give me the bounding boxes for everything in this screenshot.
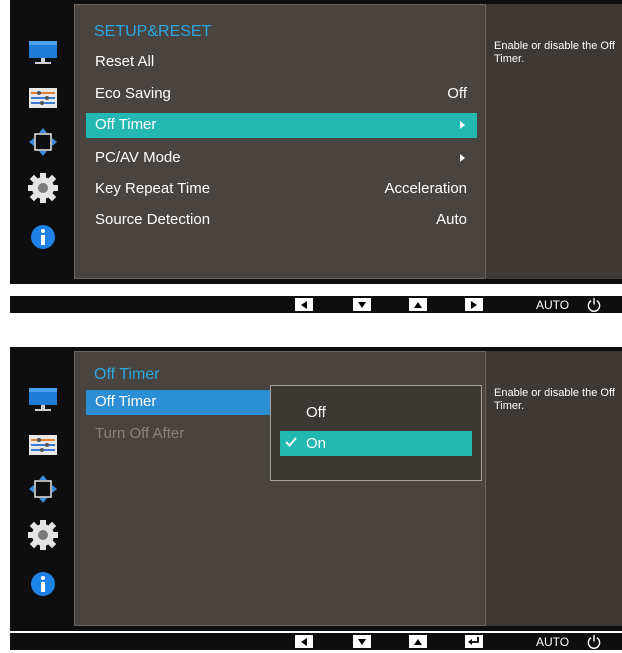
down-arrow-icon [358, 301, 366, 308]
auto-key-label[interactable]: AUTO [536, 635, 569, 649]
enter-icon [468, 637, 479, 645]
menu-item-pc-av-mode[interactable]: PC/AV Mode [86, 146, 477, 171]
up-key-button[interactable] [409, 298, 427, 311]
position-size-icon[interactable] [27, 126, 59, 158]
monitor-icon[interactable] [27, 37, 59, 69]
up-arrow-icon [414, 301, 422, 308]
check-icon [285, 437, 297, 447]
menu-item-value: Off [447, 85, 467, 102]
description-panel: Enable or disable the Off Timer. [486, 351, 622, 626]
power-icon[interactable] [586, 297, 602, 312]
left-key-button[interactable] [295, 635, 313, 648]
osd-key-guide: AUTO [10, 296, 622, 313]
menu-item-label: Turn Off After [95, 425, 185, 442]
menu-item-label: Key Repeat Time [95, 180, 211, 197]
down-key-button[interactable] [353, 635, 371, 648]
menu-item-label: Eco Saving [95, 85, 171, 102]
menu-item-key-repeat-time[interactable]: Key Repeat Time Acceleration [86, 177, 477, 202]
menu-item-label: Reset All [95, 53, 155, 70]
menu-panel: Off Timer Off Timer Turn Off After Off O… [74, 351, 486, 626]
submenu-arrow-icon [460, 121, 465, 129]
information-icon[interactable] [27, 568, 59, 600]
picture-settings-icon[interactable] [27, 429, 59, 461]
osd-sidebar [10, 347, 74, 629]
option-off[interactable]: Off [280, 400, 472, 425]
menu-item-source-detection[interactable]: Source Detection Auto [86, 208, 477, 233]
off-timer-options-popup: Off On [270, 385, 482, 481]
power-icon[interactable] [586, 634, 602, 649]
menu-item-off-timer[interactable]: Off Timer [86, 390, 271, 415]
menu-item-label: Source Detection [95, 211, 211, 228]
up-arrow-icon [414, 638, 422, 645]
osd-sidebar [10, 0, 74, 282]
menu-title: Off Timer [94, 366, 160, 383]
menu-title: SETUP&RESET [94, 23, 212, 40]
description-panel: Enable or disable the Off Timer. [486, 4, 622, 279]
option-label: Off [306, 404, 326, 421]
left-key-button[interactable] [295, 298, 313, 311]
option-label: On [306, 435, 327, 452]
menu-item-eco-saving[interactable]: Eco Saving Off [86, 82, 477, 107]
left-arrow-icon [301, 637, 307, 646]
down-key-button[interactable] [353, 298, 371, 311]
description-text: Enable or disable the Off Timer. [494, 387, 615, 412]
submenu-arrow-icon [460, 154, 465, 162]
position-size-icon[interactable] [27, 473, 59, 505]
menu-item-label: Off Timer [95, 393, 157, 410]
option-on[interactable]: On [280, 431, 472, 456]
menu-item-label: PC/AV Mode [95, 149, 181, 166]
osd-key-guide: AUTO [10, 633, 622, 650]
down-arrow-icon [358, 638, 366, 645]
picture-settings-icon[interactable] [27, 82, 59, 114]
menu-item-off-timer[interactable]: Off Timer [86, 113, 477, 138]
menu-item-value: Auto [436, 211, 467, 228]
osd-menu-setup-reset: SETUP&RESET Reset All Eco Saving Off Off… [10, 0, 622, 284]
menu-item-label: Off Timer [95, 116, 157, 133]
setup-gear-icon[interactable] [27, 519, 59, 551]
enter-key-button[interactable] [465, 635, 483, 648]
menu-panel: SETUP&RESET Reset All Eco Saving Off Off… [74, 4, 486, 279]
right-arrow-icon [471, 300, 477, 309]
auto-key-label[interactable]: AUTO [536, 298, 569, 312]
setup-gear-icon[interactable] [27, 172, 59, 204]
up-key-button[interactable] [409, 635, 427, 648]
description-text: Enable or disable the Off Timer. [494, 40, 615, 65]
osd-menu-off-timer: Off Timer Off Timer Turn Off After Off O… [10, 347, 622, 631]
menu-item-value: Acceleration [384, 180, 467, 197]
monitor-icon[interactable] [27, 384, 59, 416]
right-key-button[interactable] [465, 298, 483, 311]
menu-item-reset-all[interactable]: Reset All [86, 50, 477, 75]
information-icon[interactable] [27, 221, 59, 253]
left-arrow-icon [301, 300, 307, 309]
